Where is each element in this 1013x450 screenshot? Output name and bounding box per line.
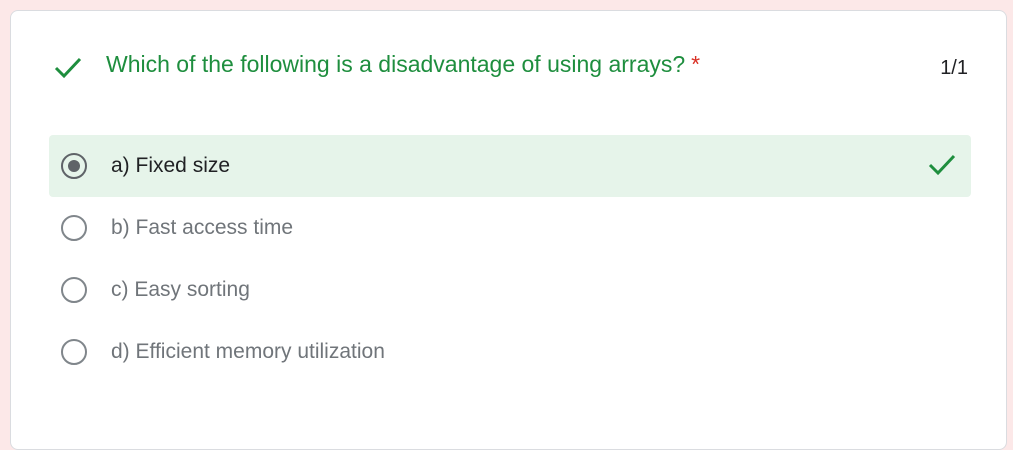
option-b[interactable]: b) Fast access time: [49, 197, 971, 259]
question-card: Which of the following is a disadvantage…: [10, 10, 1007, 450]
question-title: Which of the following is a disadvantage…: [106, 51, 700, 78]
check-icon: [928, 154, 956, 176]
radio-unselected[interactable]: [61, 215, 87, 241]
option-label: d) Efficient memory utilization: [111, 340, 385, 363]
required-asterisk: *: [691, 51, 701, 77]
radio-selected[interactable]: [61, 153, 87, 179]
option-label: b) Fast access time: [111, 216, 294, 239]
options-list: a) Fixed size b) Fast access time c) Eas…: [49, 135, 971, 383]
radio-unselected[interactable]: [61, 277, 87, 303]
option-d[interactable]: d) Efficient memory utilization: [49, 321, 971, 383]
option-a[interactable]: a) Fixed size: [49, 135, 971, 197]
radio-unselected[interactable]: [61, 339, 87, 365]
score-label: 1/1: [940, 57, 968, 79]
check-icon: [54, 57, 82, 79]
option-label: c) Easy sorting: [111, 278, 250, 301]
option-c[interactable]: c) Easy sorting: [49, 259, 971, 321]
option-label: a) Fixed size: [111, 154, 231, 177]
question-text: Which of the following is a disadvantage…: [106, 51, 686, 77]
question-header: Which of the following is a disadvantage…: [11, 11, 1006, 121]
